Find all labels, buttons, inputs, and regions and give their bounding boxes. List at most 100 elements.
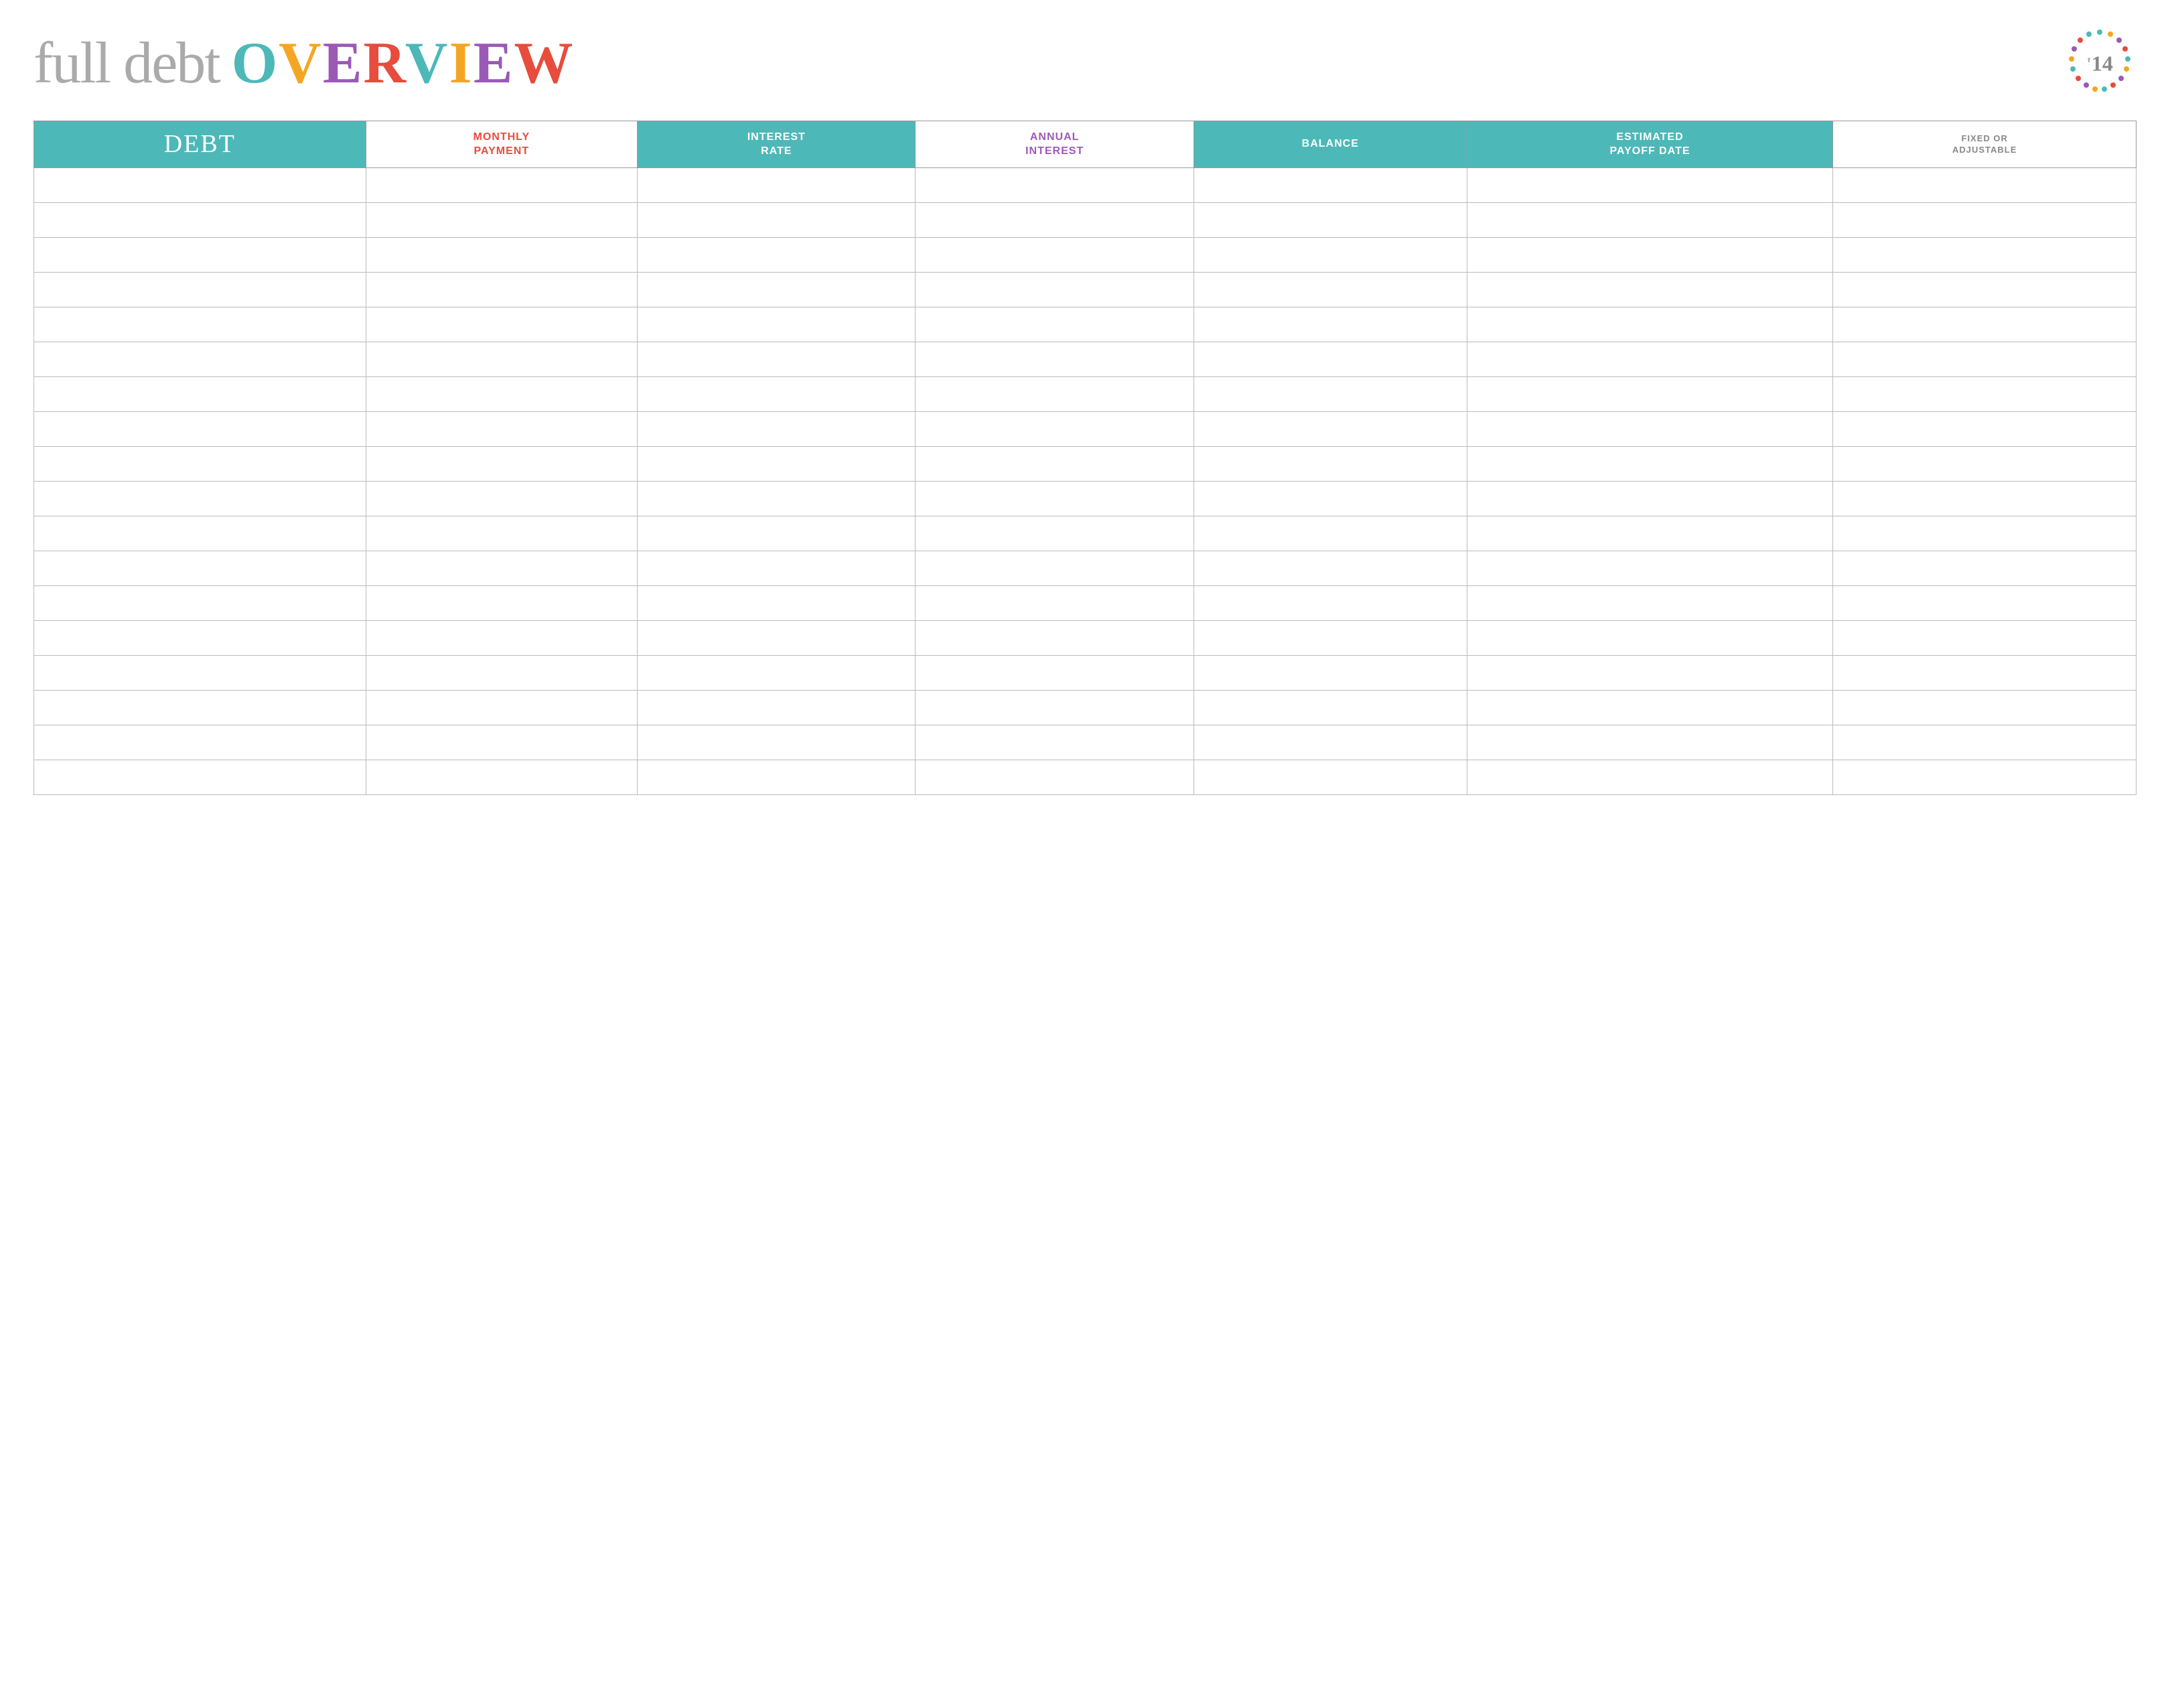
table-cell — [1467, 273, 1833, 307]
page-header: full debt OVERVIEW '14 — [33, 27, 2137, 107]
table-cell — [34, 586, 366, 621]
debt-overview-table: DEBT MONTHLYPAYMENT INTERESTRATE ANNUALI… — [33, 121, 2137, 795]
table-cell — [1467, 516, 1833, 551]
table-cell — [1194, 307, 1467, 342]
table-cell — [916, 377, 1194, 412]
table-cell — [366, 168, 637, 203]
table-cell — [34, 238, 366, 273]
table-cell — [638, 203, 916, 238]
table-cell — [366, 760, 637, 795]
col-header-monthly: MONTHLYPAYMENT — [366, 121, 637, 168]
table-cell — [366, 377, 637, 412]
table-cell — [34, 760, 366, 795]
table-cell — [1194, 482, 1467, 516]
table-cell — [34, 516, 366, 551]
table-cell — [916, 482, 1194, 516]
table-cell — [366, 725, 637, 760]
table-cell — [366, 342, 637, 377]
table-cell — [1467, 482, 1833, 516]
table-cell — [1467, 238, 1833, 273]
table-cell — [638, 342, 916, 377]
table-cell — [366, 307, 637, 342]
table-cell — [638, 168, 916, 203]
table-cell — [916, 725, 1194, 760]
table-row — [34, 307, 2137, 342]
table-cell — [638, 691, 916, 725]
table-cell — [366, 482, 637, 516]
table-cell — [1833, 760, 2137, 795]
table-cell — [916, 516, 1194, 551]
title-overview-text: OVERVIEW — [232, 34, 575, 93]
table-cell — [1194, 551, 1467, 586]
table-cell — [1467, 447, 1833, 482]
table-row — [34, 273, 2137, 307]
table-cell — [638, 621, 916, 656]
table-cell — [1194, 725, 1467, 760]
col-header-interest-rate: INTERESTRATE — [638, 121, 916, 168]
table-cell — [916, 656, 1194, 691]
table-cell — [638, 412, 916, 447]
table-cell — [1833, 377, 2137, 412]
table-row — [34, 168, 2137, 203]
table-cell — [1194, 760, 1467, 795]
year-badge: '14 — [2063, 27, 2137, 100]
table-cell — [1467, 342, 1833, 377]
table-cell — [1467, 586, 1833, 621]
header-row: DEBT MONTHLYPAYMENT INTERESTRATE ANNUALI… — [34, 121, 2137, 168]
table-cell — [1194, 342, 1467, 377]
table-row — [34, 447, 2137, 482]
table-row — [34, 621, 2137, 656]
col-header-fixed: FIXED ORADJUSTABLE — [1833, 121, 2137, 168]
table-cell — [1194, 168, 1467, 203]
table-cell — [34, 203, 366, 238]
table-cell — [1833, 586, 2137, 621]
table-cell — [1833, 203, 2137, 238]
table-cell — [638, 586, 916, 621]
table-cell — [1194, 621, 1467, 656]
table-cell — [34, 377, 366, 412]
table-cell — [916, 168, 1194, 203]
table-cell — [1833, 412, 2137, 447]
table-cell — [1833, 273, 2137, 307]
table-cell — [638, 551, 916, 586]
table-cell — [366, 273, 637, 307]
table-cell — [638, 482, 916, 516]
table-cell — [1833, 447, 2137, 482]
table-cell — [366, 656, 637, 691]
table-cell — [1833, 168, 2137, 203]
table-cell — [34, 307, 366, 342]
table-cell — [34, 342, 366, 377]
table-cell — [1833, 725, 2137, 760]
table-cell — [638, 238, 916, 273]
badge-year: '14 — [2086, 53, 2113, 75]
table-cell — [1194, 447, 1467, 482]
table-cell — [916, 273, 1194, 307]
table-cell — [366, 203, 637, 238]
table-cell — [1467, 760, 1833, 795]
table-cell — [366, 516, 637, 551]
table-cell — [1467, 307, 1833, 342]
table-cell — [34, 725, 366, 760]
table-cell — [1194, 656, 1467, 691]
title-light-text: full debt — [33, 34, 220, 93]
table-cell — [1194, 516, 1467, 551]
table-row — [34, 586, 2137, 621]
table-row — [34, 691, 2137, 725]
table-cell — [366, 447, 637, 482]
table-cell — [916, 621, 1194, 656]
table-cell — [1194, 273, 1467, 307]
table-cell — [916, 586, 1194, 621]
table-cell — [638, 307, 916, 342]
table-cell — [1467, 691, 1833, 725]
table-row — [34, 551, 2137, 586]
table-cell — [34, 273, 366, 307]
table-row — [34, 725, 2137, 760]
table-cell — [1467, 377, 1833, 412]
table-cell — [34, 482, 366, 516]
table-cell — [34, 551, 366, 586]
table-row — [34, 342, 2137, 377]
table-cell — [638, 656, 916, 691]
table-cell — [34, 656, 366, 691]
table-cell — [34, 412, 366, 447]
table-cell — [916, 447, 1194, 482]
